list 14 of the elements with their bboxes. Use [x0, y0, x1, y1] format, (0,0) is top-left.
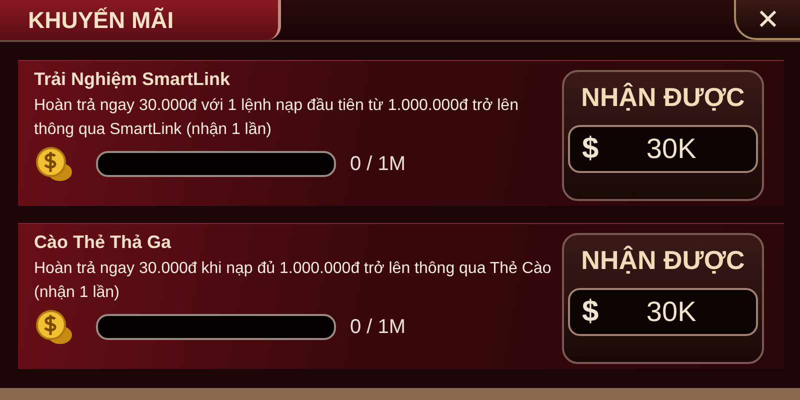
- coins-icon: [34, 146, 74, 182]
- promotion-description: Hoàn trả ngay 30.000đ với 1 lệnh nạp đầu tiên từ 1.000.000đ trở lên thông qua SmartLink (nhận 1 lần): [34, 96, 520, 140]
- coins-icon: [34, 309, 74, 345]
- close-button[interactable]: ✕: [734, 0, 800, 40]
- promotion-description: Hoàn trả ngay 30.000đ khi nạp đủ 1.000.000đ trở lên thông qua Thẻ Cào (nhận 1 lần): [34, 259, 552, 303]
- reward-label: NHẬN ĐƯỢC: [581, 82, 745, 113]
- reward-button[interactable]: $ 30K: [568, 288, 758, 336]
- reward-label: NHẬN ĐƯỢC: [581, 245, 745, 276]
- progress-text: 0 / 1M: [350, 152, 406, 176]
- promotions-tab[interactable]: KHUYẾN MÃI: [0, 0, 281, 40]
- promotion-title: Trải Nghiệm SmartLink: [34, 69, 232, 90]
- progress-text: 0 / 1M: [350, 316, 406, 338]
- reward-button[interactable]: $ 30K: [568, 125, 758, 173]
- promotion-title: Cào Thẻ Thả Ga: [34, 232, 172, 253]
